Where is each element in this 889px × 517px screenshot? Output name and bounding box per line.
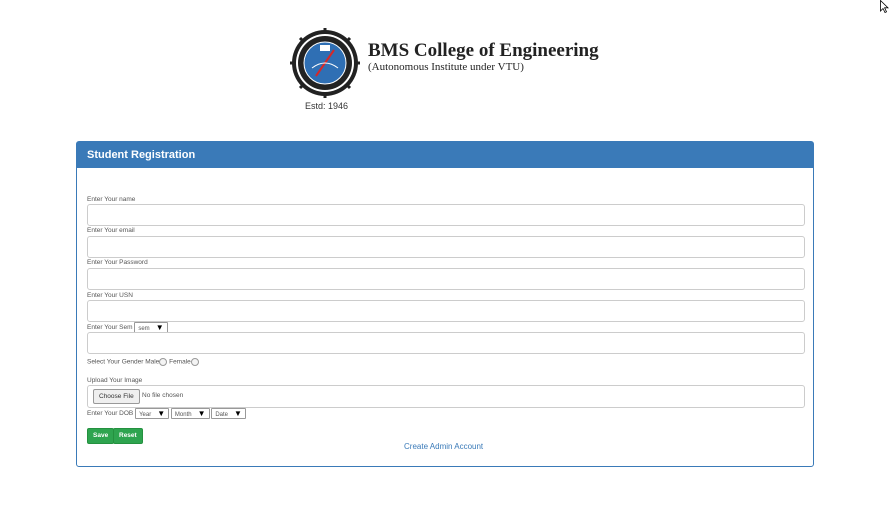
gender-female-label: Female xyxy=(169,358,191,366)
chevron-down-icon: ▼ xyxy=(157,409,166,418)
gender-male-radio[interactable] xyxy=(159,358,168,366)
dob-label: Enter Your DOB xyxy=(87,410,134,418)
dob-row: Enter Your DOB Year ▼ Month ▼ Date ▼ xyxy=(87,408,246,419)
dob-month-select[interactable]: Month ▼ xyxy=(170,408,210,419)
dob-year-select[interactable]: Year ▼ xyxy=(135,408,170,419)
chevron-down-icon: ▼ xyxy=(155,323,164,332)
panel-title: Student Registration xyxy=(77,142,813,168)
college-header: Estd: 1946 BMS College of Engineering (A… xyxy=(290,28,610,118)
chevron-down-icon: ▼ xyxy=(197,409,206,418)
reset-button[interactable]: Reset xyxy=(113,428,143,444)
established-year: Estd: 1946 xyxy=(305,101,349,111)
image-label: Upload Your Image xyxy=(87,377,143,384)
password-input[interactable] xyxy=(87,268,805,290)
college-subtitle: (Autonomous Institute under VTU) xyxy=(368,61,524,73)
image-upload: Choose File No file chosen xyxy=(87,385,805,408)
college-name: BMS College of Engineering xyxy=(368,40,599,61)
usn-label: Enter Your USN xyxy=(87,292,133,299)
create-admin-link[interactable]: Create Admin Account xyxy=(404,442,483,451)
mouse-cursor-icon xyxy=(880,0,889,13)
file-status: No file chosen xyxy=(142,392,184,399)
gender-label: Select Your Gender xyxy=(87,358,144,366)
registration-panel: Student Registration Enter Your name Ent… xyxy=(76,141,814,467)
name-input[interactable] xyxy=(87,204,805,226)
password-label: Enter Your Password xyxy=(87,259,148,266)
email-label: Enter Your email xyxy=(87,227,135,234)
email-input[interactable] xyxy=(87,236,805,258)
chevron-down-icon: ▼ xyxy=(234,409,242,418)
choose-file-button[interactable]: Choose File xyxy=(93,389,140,404)
gender-row: Select Your Gender Male Female xyxy=(87,358,199,366)
sem-input[interactable] xyxy=(87,332,805,354)
name-label: Enter Your name xyxy=(87,196,136,203)
usn-input[interactable] xyxy=(87,300,805,322)
college-seal-logo xyxy=(290,28,360,98)
sem-label: Enter Your Sem xyxy=(87,324,133,332)
gender-male-label: Male xyxy=(145,358,160,366)
dob-date-select[interactable]: Date ▼ xyxy=(211,408,246,419)
save-button[interactable]: Save xyxy=(87,428,115,444)
gender-female-radio[interactable] xyxy=(190,358,199,366)
